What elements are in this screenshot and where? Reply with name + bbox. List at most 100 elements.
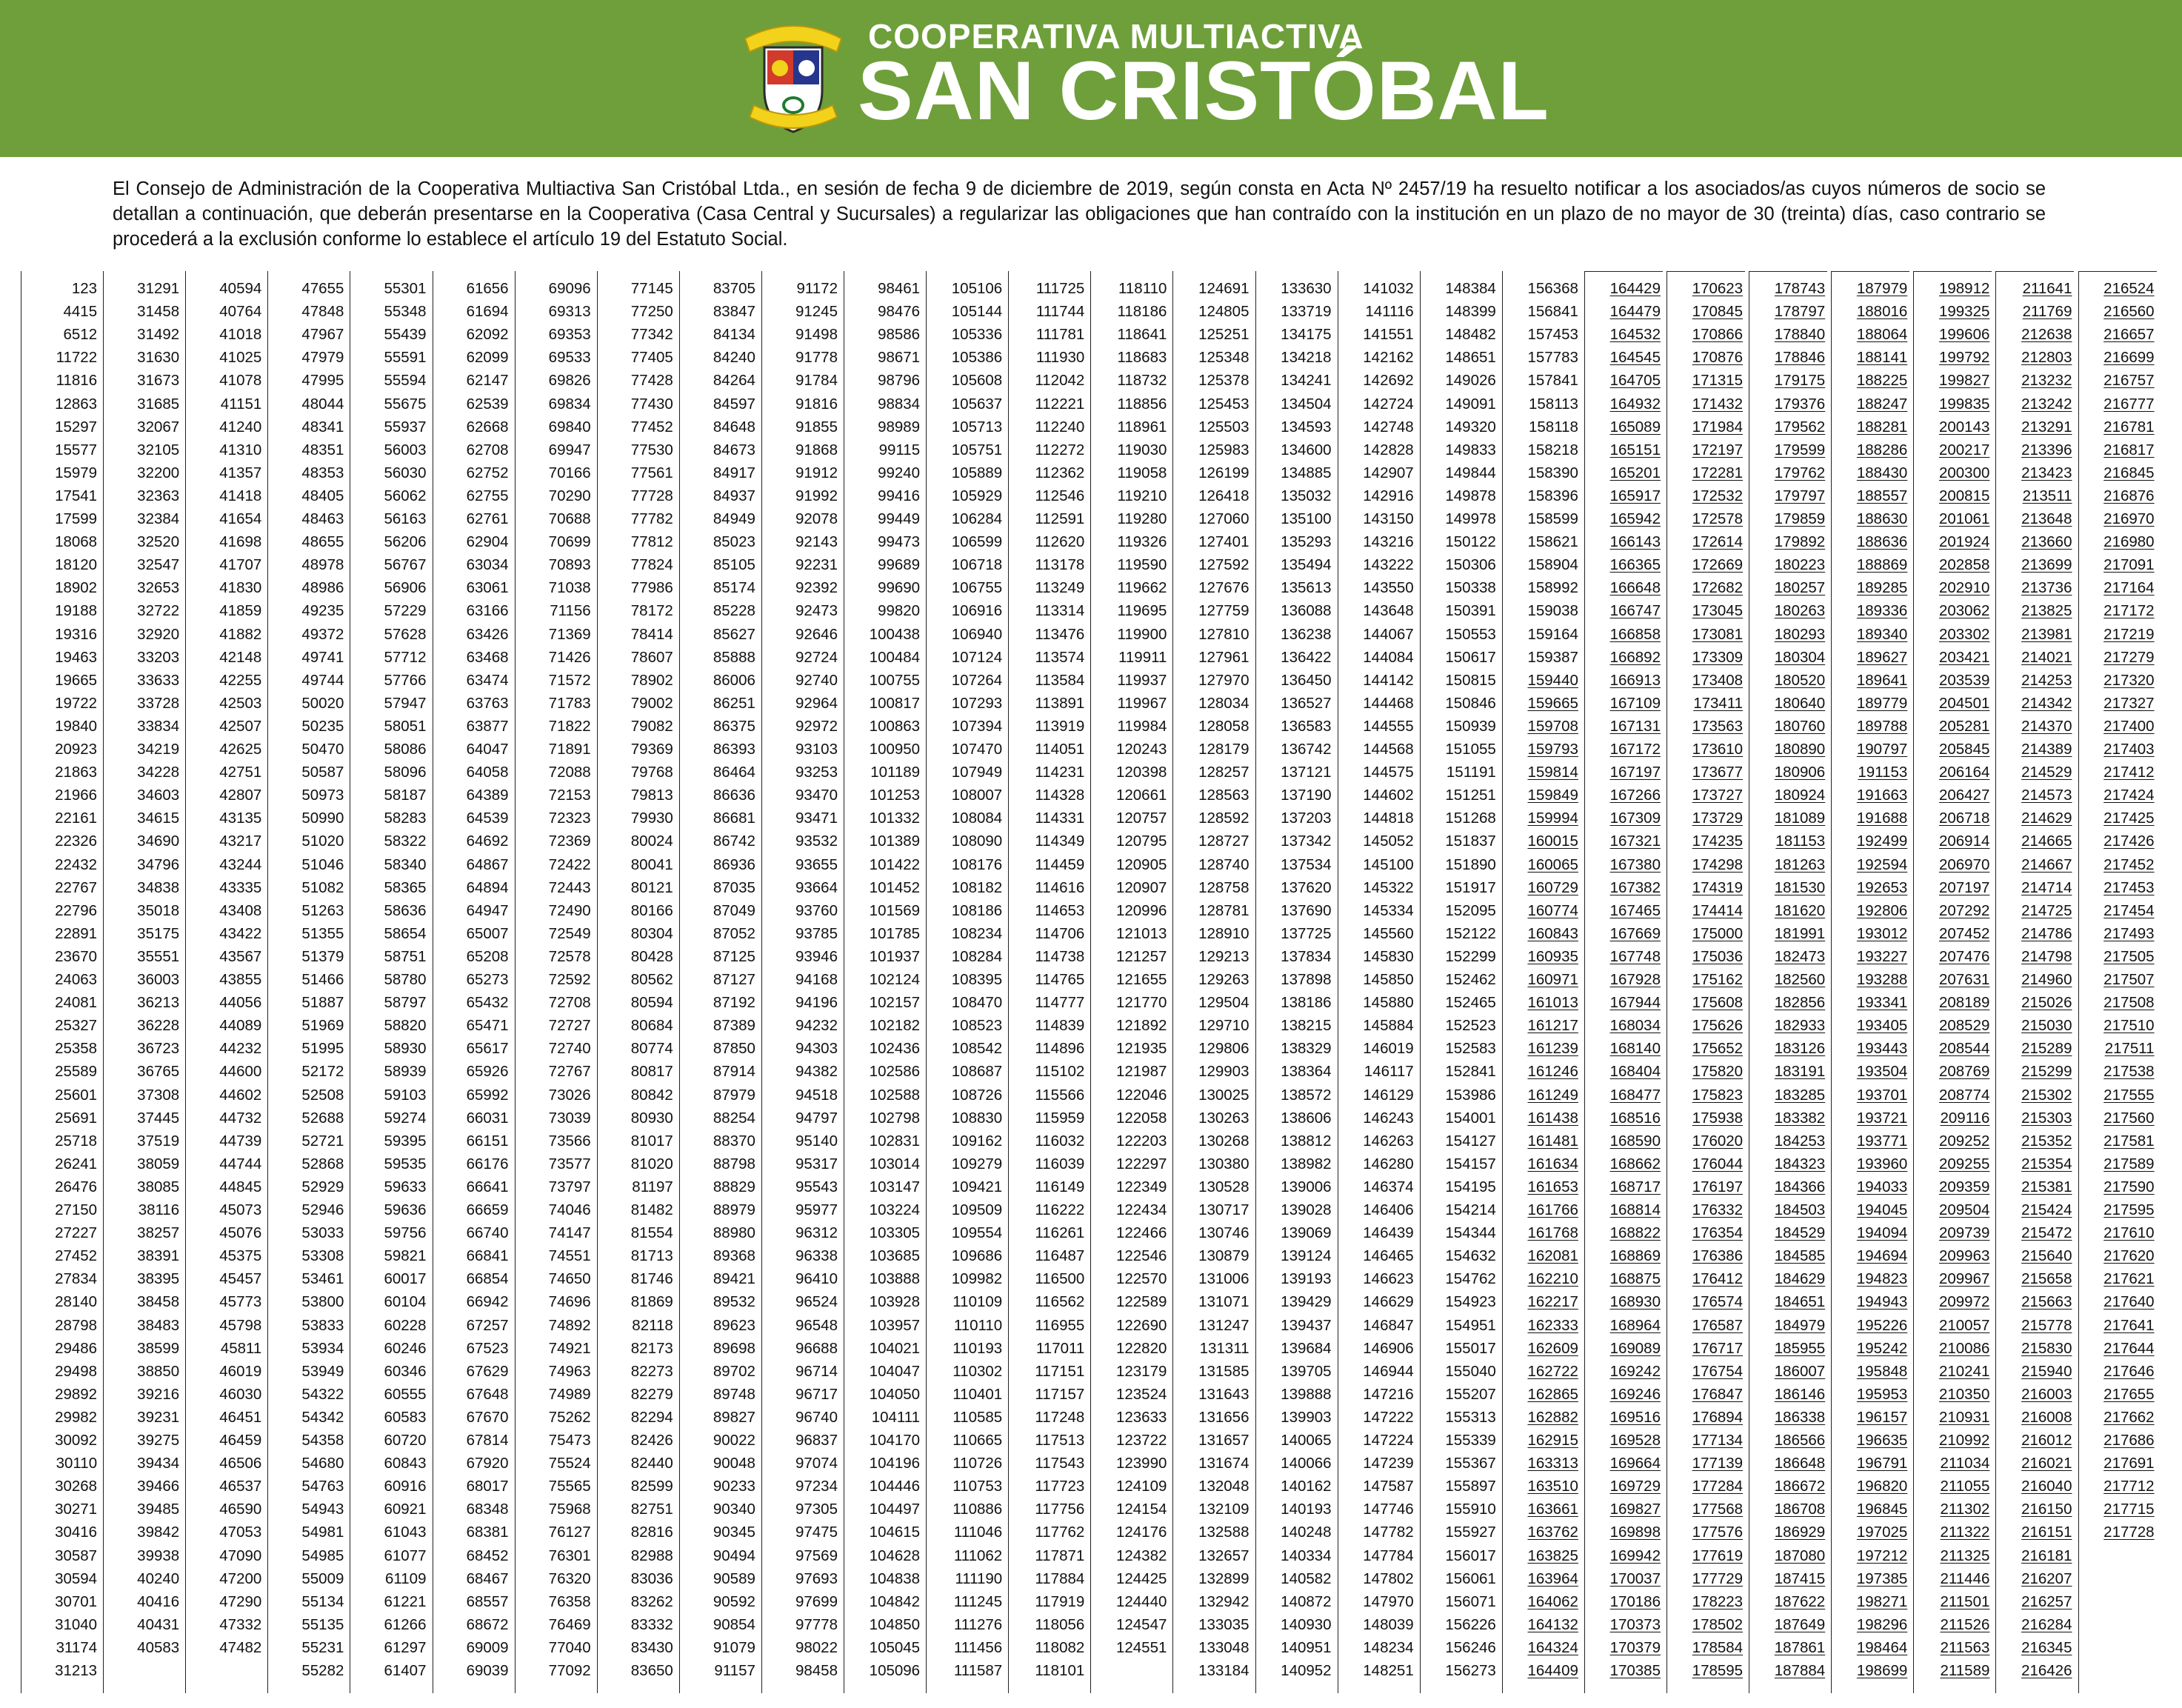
member-number: 117543 [1035,1455,1085,1472]
member-number: 190797 [1856,741,1908,758]
member-number: 76127 [548,1524,591,1541]
member-number: 117248 [1035,1408,1085,1426]
member-number: 67523 [466,1339,509,1357]
member-number: 108234 [951,924,1003,942]
member-number: 88980 [713,1224,755,1242]
member-number: 179599 [1774,441,1826,458]
member-number: 58340 [384,855,427,873]
member-number: 215663 [2021,1293,2072,1311]
member-number: 51355 [301,924,344,942]
member-number: 162865 [1527,1385,1578,1403]
member-number: 94518 [795,1086,838,1104]
member-number: 128592 [1198,810,1250,827]
member-number: 214529 [2021,764,2072,781]
member-number: 63166 [466,602,509,620]
member-number: 111046 [953,1524,1003,1541]
member-number: 117762 [1035,1524,1085,1541]
member-number: 69009 [466,1638,509,1656]
member-number: 167944 [1609,994,1661,1012]
member-number: 62752 [466,464,509,481]
member-number: 67648 [466,1385,509,1403]
member-number: 72153 [548,787,591,804]
member-number: 134593 [1281,418,1332,436]
member-number: 158904 [1527,556,1578,574]
member-number: 157783 [1527,349,1578,367]
member-number: 92724 [795,648,838,666]
member-number: 72323 [548,810,591,827]
member-number: 60228 [384,1316,427,1334]
member-number: 106599 [951,533,1003,551]
member-number: 45375 [219,1247,262,1265]
member-number: 160015 [1527,833,1578,850]
member-number: 75524 [548,1455,591,1472]
member-number: 165917 [1609,487,1661,504]
member-number: 128563 [1198,787,1250,804]
member-number: 65617 [466,1040,509,1058]
member-number: 124551 [1115,1638,1167,1656]
member-number: 93664 [795,878,838,896]
member-number: 173309 [1692,648,1744,666]
member-number: 77405 [630,349,673,367]
member-number: 82751 [630,1501,673,1518]
member-number: 211322 [1940,1524,1990,1541]
member-number: 217327 [2103,694,2155,712]
member-number: 57229 [384,602,427,620]
member-number: 82599 [630,1478,673,1495]
member-number: 118110 [1118,280,1167,297]
member-number: 69096 [548,280,591,297]
member-number: 114349 [1035,833,1085,850]
member-number: 187649 [1774,1615,1826,1633]
member-number: 217091 [2103,556,2155,574]
member-number: 105608 [951,372,1003,390]
member-number: 105144 [951,303,1003,321]
member-number: 104111 [871,1408,921,1426]
member-number: 91157 [714,1662,755,1679]
member-number: 91912 [795,464,838,481]
member-number: 52172 [301,1063,344,1081]
member-number: 105751 [951,441,1003,458]
member-number: 121013 [1115,924,1167,942]
member-number: 216257 [2021,1592,2072,1610]
member-number: 50470 [301,741,344,758]
member-number: 145322 [1363,878,1414,896]
member-number: 116562 [1035,1293,1085,1311]
member-number: 126418 [1198,487,1250,504]
member-number: 150617 [1445,648,1496,666]
member-number: 95140 [795,1132,838,1150]
member-number: 98461 [878,280,921,297]
member-number: 15979 [55,464,98,481]
member-number: 142828 [1363,441,1414,458]
member-number: 87850 [713,1040,755,1058]
member-number: 62904 [466,533,509,551]
number-column: 61656 61694 62092 62099 62147 62539 62668 62708… [432,271,516,1693]
member-number: 215940 [2021,1362,2072,1380]
number-column: 118110 118186 118641 118683 118732 118856 1189… [1090,271,1173,1693]
member-number: 124109 [1115,1478,1167,1495]
member-number: 29486 [55,1339,98,1357]
member-number: 217538 [2103,1063,2155,1081]
member-number: 118683 [1117,349,1167,367]
member-number: 214725 [2021,901,2072,919]
member-number: 114738 [1035,947,1085,965]
member-number: 50020 [301,694,344,712]
member-number: 91498 [795,326,838,344]
member-number: 138982 [1281,1155,1332,1172]
member-number: 54680 [301,1455,344,1472]
member-number: 59103 [384,1086,427,1104]
member-number: 11816 [56,372,98,390]
member-number: 214342 [2021,694,2072,712]
member-number: 137190 [1281,787,1332,804]
member-number: 37519 [137,1132,180,1150]
member-number: 154127 [1445,1132,1496,1150]
member-number: 164062 [1527,1592,1578,1610]
member-number: 199325 [1938,303,1990,321]
member-number: 164545 [1609,349,1661,367]
member-number: 181089 [1774,810,1826,827]
member-number: 19188 [55,602,98,620]
member-number: 106916 [951,602,1003,620]
member-number: 118961 [1117,418,1167,436]
member-number: 36765 [137,1063,180,1081]
member-number: 188281 [1856,418,1908,436]
member-number: 155910 [1445,1501,1496,1518]
member-number: 161653 [1527,1178,1578,1195]
